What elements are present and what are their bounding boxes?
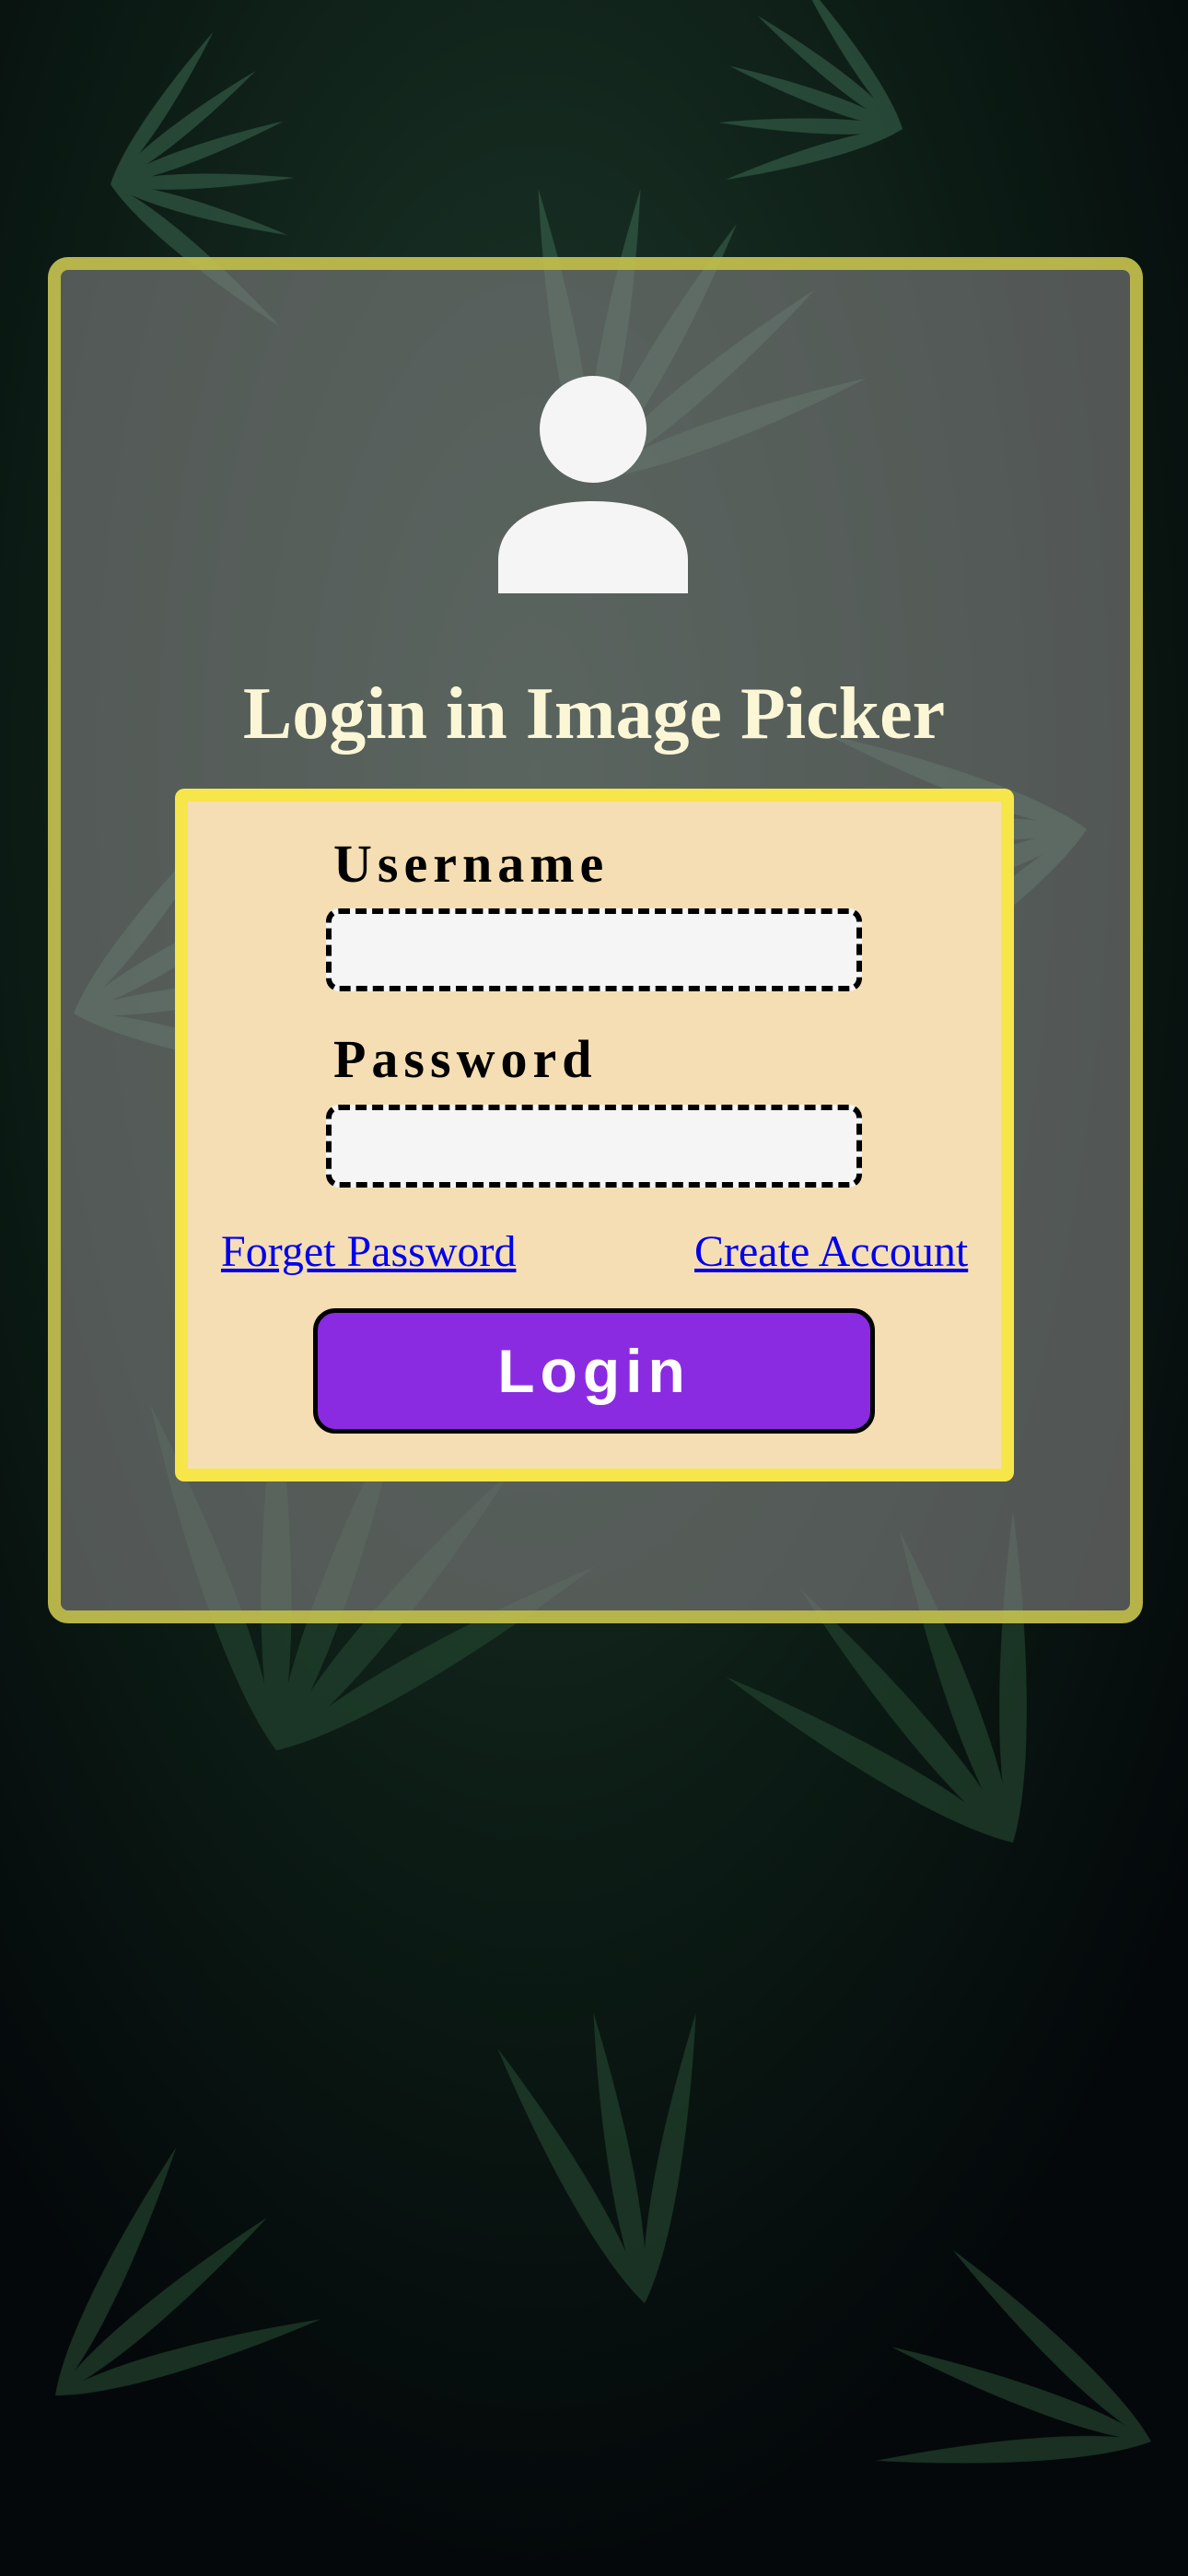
login-button[interactable]: Login <box>313 1308 875 1434</box>
username-input[interactable] <box>326 908 862 991</box>
password-label: Password <box>333 1029 598 1089</box>
create-account-link[interactable]: Create Account <box>694 1222 968 1282</box>
page-title: Login in Image Picker <box>242 673 946 755</box>
username-label: Username <box>333 834 610 894</box>
password-input[interactable] <box>326 1105 862 1188</box>
forget-password-link[interactable]: Forget Password <box>221 1222 516 1282</box>
user-avatar-icon <box>498 376 688 593</box>
